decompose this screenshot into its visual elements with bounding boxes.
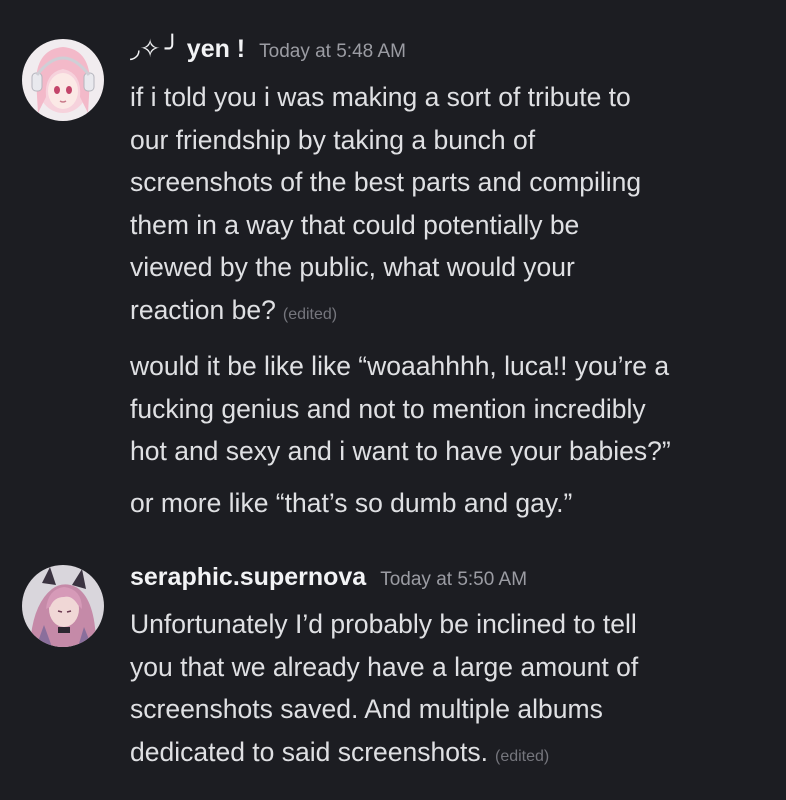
avatar[interactable] <box>22 39 104 121</box>
message-line: dedicated to said screenshots. (edited) <box>130 731 770 779</box>
avatar[interactable] <box>22 565 104 647</box>
message-line: if i told you i was making a sort of tri… <box>130 82 631 112</box>
username[interactable]: seraphic.supernova <box>130 563 366 592</box>
message-content: if i told you i was making a sort of tri… <box>130 76 770 524</box>
pink-hair-character-icon <box>22 565 104 647</box>
message-line-text: reaction be? <box>130 294 276 325</box>
anime-girl-headphones-icon <box>22 39 104 121</box>
message-header: ◞✧ ╯ yen ! Today at 5:48 AM <box>130 34 406 74</box>
message-line: them in a way that could potentially be <box>130 209 580 240</box>
message-line: fucking genius and not to mention incred… <box>130 393 646 424</box>
message-line: would it be like like “woaahhhh, luca!! … <box>130 351 670 381</box>
edited-label: (edited) <box>494 747 550 765</box>
edited-label: (edited) <box>282 305 338 323</box>
message-line: or more like “that’s so dumb and gay.” <box>130 487 573 518</box>
message-line: our friendship by taking a bunch of <box>130 124 536 155</box>
message-line: screenshots of the best parts and compil… <box>130 167 642 197</box>
message-line: screenshots saved. And multiple albums <box>130 694 603 724</box>
chat-message-list: ◞✧ ╯ yen ! Today at 5:48 AM if i told yo… <box>0 0 786 800</box>
timestamp[interactable]: Today at 5:50 AM <box>380 569 527 591</box>
message-line: hot and sexy and i want to have your bab… <box>130 436 671 466</box>
message-line-text: dedicated to said screenshots. <box>130 736 488 767</box>
message-line: you that we already have a large amount … <box>130 651 639 682</box>
message-header: seraphic.supernova Today at 5:50 AM <box>130 563 527 603</box>
message-content: Unfortunately I’d probably be inclined t… <box>130 603 770 778</box>
username[interactable]: ◞✧ ╯ yen ! <box>130 34 245 64</box>
message-paragraph: or more like “that’s so dumb and gay.” <box>130 482 770 525</box>
message-line: viewed by the public, what would your <box>130 252 575 282</box>
message-line: Unfortunately I’d probably be inclined t… <box>130 609 637 639</box>
message-paragraph: would it be like like “woaahhhh, luca!! … <box>130 345 770 473</box>
message-paragraph: Unfortunately I’d probably be inclined t… <box>130 603 770 778</box>
message-line: reaction be? (edited) <box>130 289 770 337</box>
message-paragraph: if i told you i was making a sort of tri… <box>130 76 770 336</box>
timestamp[interactable]: Today at 5:48 AM <box>259 41 406 63</box>
